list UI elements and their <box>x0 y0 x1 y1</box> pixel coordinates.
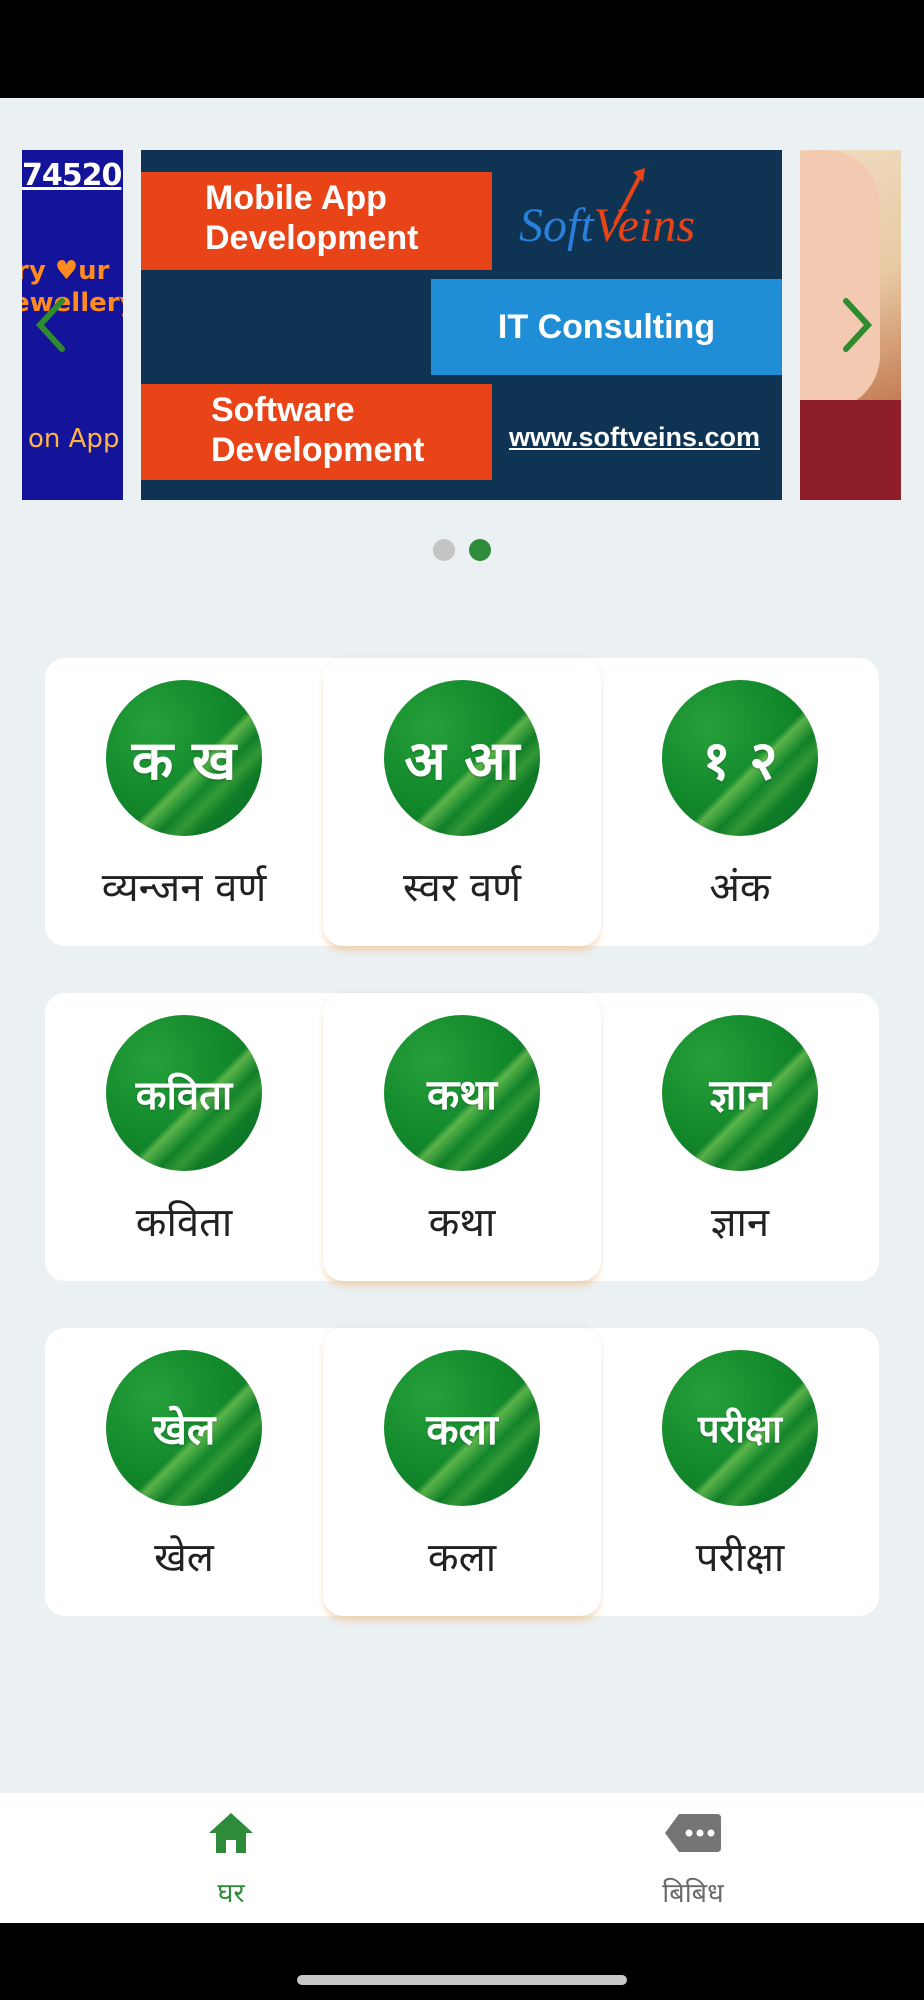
tile-label: कथा <box>428 1200 496 1246</box>
carousel-dot-2[interactable] <box>469 539 491 561</box>
arts-icon: कला <box>384 1350 540 1506</box>
vowels-icon: अ आ <box>384 680 540 836</box>
tile-games[interactable]: खेल खेल <box>45 1328 323 1616</box>
chevron-left-icon[interactable] <box>20 150 80 500</box>
tile-label: व्यन्जन वर्ण <box>101 865 267 911</box>
tile-label: परीक्षा <box>695 1535 785 1581</box>
tile-stories[interactable]: कथा कथा <box>323 993 601 1281</box>
carousel-pagination <box>0 539 924 561</box>
carousel-slide-softveins[interactable]: Mobile App Development IT Consulting Sof… <box>141 150 782 500</box>
gesture-handle[interactable] <box>297 1975 627 1985</box>
menu-row-1: क ख व्यन्जन वर्ण अ आ स्वर वर्ण १ २ अंक <box>45 658 879 946</box>
banner-url: www.softveins.com <box>509 422 761 452</box>
tile-label: स्वर वर्ण <box>402 865 522 911</box>
menu-row-3: खेल खेल कला कला परीक्षा परीक्षा <box>45 1328 879 1616</box>
more-icon <box>665 1814 721 1852</box>
status-bar <box>0 0 924 98</box>
tile-label: कला <box>427 1535 497 1581</box>
banner-block-mobile-app: Mobile App Development <box>141 172 492 270</box>
menu-grid: क ख व्यन्जन वर्ण अ आ स्वर वर्ण १ २ अंक क… <box>45 658 879 1663</box>
tile-label: खेल <box>154 1535 214 1581</box>
tile-label: ज्ञान <box>710 1200 770 1246</box>
exam-icon: परीक्षा <box>662 1350 818 1506</box>
bottom-navigation: घर बिबिध <box>0 1793 924 1923</box>
nav-home-label: घर <box>217 1878 245 1909</box>
tile-poems[interactable]: कविता कविता <box>45 993 323 1281</box>
tile-arts[interactable]: कला कला <box>323 1328 601 1616</box>
tile-numbers[interactable]: १ २ अंक <box>601 658 879 946</box>
consonants-icon: क ख <box>106 680 262 836</box>
poems-icon: कविता <box>106 1015 262 1171</box>
stories-icon: कथा <box>384 1015 540 1171</box>
softveins-logo: SoftVeins <box>519 168 695 253</box>
carousel-dot-1[interactable] <box>433 539 455 561</box>
tile-vowels[interactable]: अ आ स्वर वर्ण <box>323 658 601 946</box>
tile-label: अंक <box>709 865 771 911</box>
games-icon: खेल <box>106 1350 262 1506</box>
numbers-icon: १ २ <box>662 680 818 836</box>
banner-block-it-consulting: IT Consulting <box>431 279 782 375</box>
banner-carousel[interactable]: 74520 ry ♥ur ewellery on App Mobile App … <box>0 150 924 500</box>
menu-row-2: कविता कविता कथा कथा ज्ञान ज्ञान <box>45 993 879 1281</box>
tile-label: कविता <box>135 1200 233 1246</box>
chevron-right-icon[interactable] <box>828 150 888 500</box>
nav-misc[interactable]: बिबिध <box>462 1793 924 1923</box>
knowledge-icon: ज्ञान <box>662 1015 818 1171</box>
nav-misc-label: बिबिध <box>662 1878 724 1909</box>
logo-arrow-icon <box>613 168 645 225</box>
tile-exam[interactable]: परीक्षा परीक्षा <box>601 1328 879 1616</box>
brand-soft-text: Soft <box>519 199 594 252</box>
system-navigation-bar <box>0 1923 924 2000</box>
home-icon <box>209 1813 253 1853</box>
banner-block-software-dev: Software Development <box>141 384 492 480</box>
nav-home[interactable]: घर <box>0 1793 462 1923</box>
tile-consonants[interactable]: क ख व्यन्जन वर्ण <box>45 658 323 946</box>
tile-knowledge[interactable]: ज्ञान ज्ञान <box>601 993 879 1281</box>
